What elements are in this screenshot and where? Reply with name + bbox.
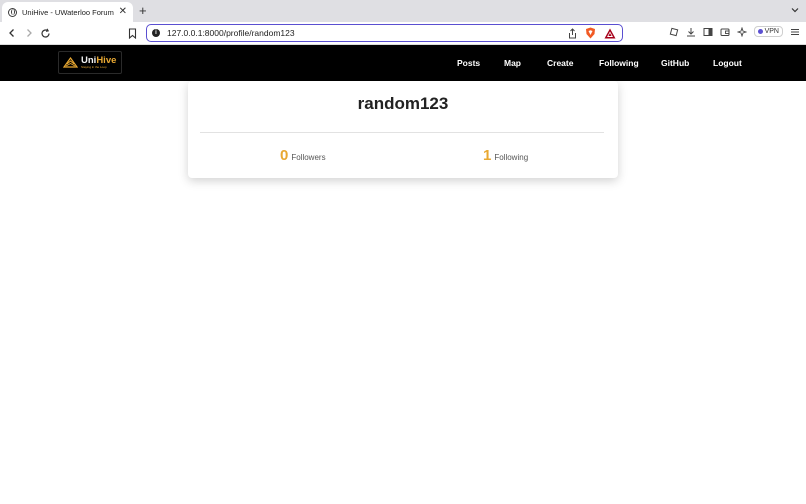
bookmark-icon bbox=[128, 27, 136, 39]
nav-github[interactable]: GitHub bbox=[661, 58, 689, 68]
site-navbar: UniHive Staying in the Loop Posts Map Cr… bbox=[0, 45, 806, 81]
sidebar-icon[interactable] bbox=[703, 27, 713, 37]
bookmark-button[interactable] bbox=[125, 26, 139, 40]
browser-toolbar: i 127.0.0.1:8000/profile/random123 VPN bbox=[0, 22, 806, 45]
brave-shield-icon[interactable] bbox=[585, 27, 596, 39]
url-text[interactable]: 127.0.0.1:8000/profile/random123 bbox=[167, 28, 295, 38]
reload-button[interactable] bbox=[38, 26, 52, 40]
reload-icon bbox=[40, 28, 50, 38]
followers-stat[interactable]: 0 Followers bbox=[280, 147, 326, 164]
forward-button[interactable] bbox=[22, 26, 36, 40]
back-arrow-icon bbox=[9, 29, 14, 37]
tab-title: UniHive - UWaterloo Forum bbox=[22, 7, 114, 17]
back-button[interactable] bbox=[5, 26, 19, 40]
download-icon[interactable] bbox=[686, 27, 696, 37]
hamburger-menu-icon[interactable] bbox=[790, 27, 800, 37]
share-icon[interactable] bbox=[568, 27, 577, 39]
address-bar[interactable]: i 127.0.0.1:8000/profile/random123 bbox=[146, 24, 623, 42]
followers-label: Followers bbox=[291, 153, 326, 162]
divider bbox=[200, 132, 604, 133]
profile-card: random123 0 Followers 1 Following bbox=[188, 81, 618, 178]
following-label: Following bbox=[494, 153, 529, 162]
vpn-button[interactable]: VPN bbox=[753, 26, 783, 37]
vpn-status-icon bbox=[757, 29, 763, 34]
followers-count: 0 bbox=[280, 147, 289, 164]
nav-posts[interactable]: Posts bbox=[457, 58, 480, 68]
following-count: 1 bbox=[483, 147, 492, 164]
nav-links: Posts Map Create Following GitHub Logout bbox=[0, 45, 806, 81]
chevron-down-icon[interactable] bbox=[790, 5, 800, 15]
nav-logout[interactable]: Logout bbox=[713, 58, 742, 68]
tab-strip: UniHive - UWaterloo Forum ✕ + bbox=[0, 0, 806, 22]
nav-map[interactable]: Map bbox=[504, 58, 521, 68]
extensions-icon[interactable] bbox=[669, 27, 679, 37]
vpn-label: VPN bbox=[764, 28, 779, 35]
browser-tab[interactable]: UniHive - UWaterloo Forum ✕ bbox=[2, 2, 133, 22]
globe-icon bbox=[8, 7, 17, 17]
site-info-icon[interactable]: i bbox=[152, 28, 160, 37]
leo-ai-icon[interactable] bbox=[736, 26, 747, 37]
nav-following[interactable]: Following bbox=[599, 58, 639, 68]
tab-close-button[interactable]: ✕ bbox=[119, 7, 127, 17]
wallet-icon[interactable] bbox=[720, 27, 730, 37]
brave-rewards-icon[interactable] bbox=[604, 28, 616, 39]
following-stat[interactable]: 1 Following bbox=[483, 147, 528, 164]
forward-arrow-icon bbox=[27, 29, 32, 37]
profile-username: random123 bbox=[357, 94, 449, 113]
new-tab-button[interactable]: + bbox=[139, 3, 147, 19]
nav-create[interactable]: Create bbox=[547, 58, 573, 68]
